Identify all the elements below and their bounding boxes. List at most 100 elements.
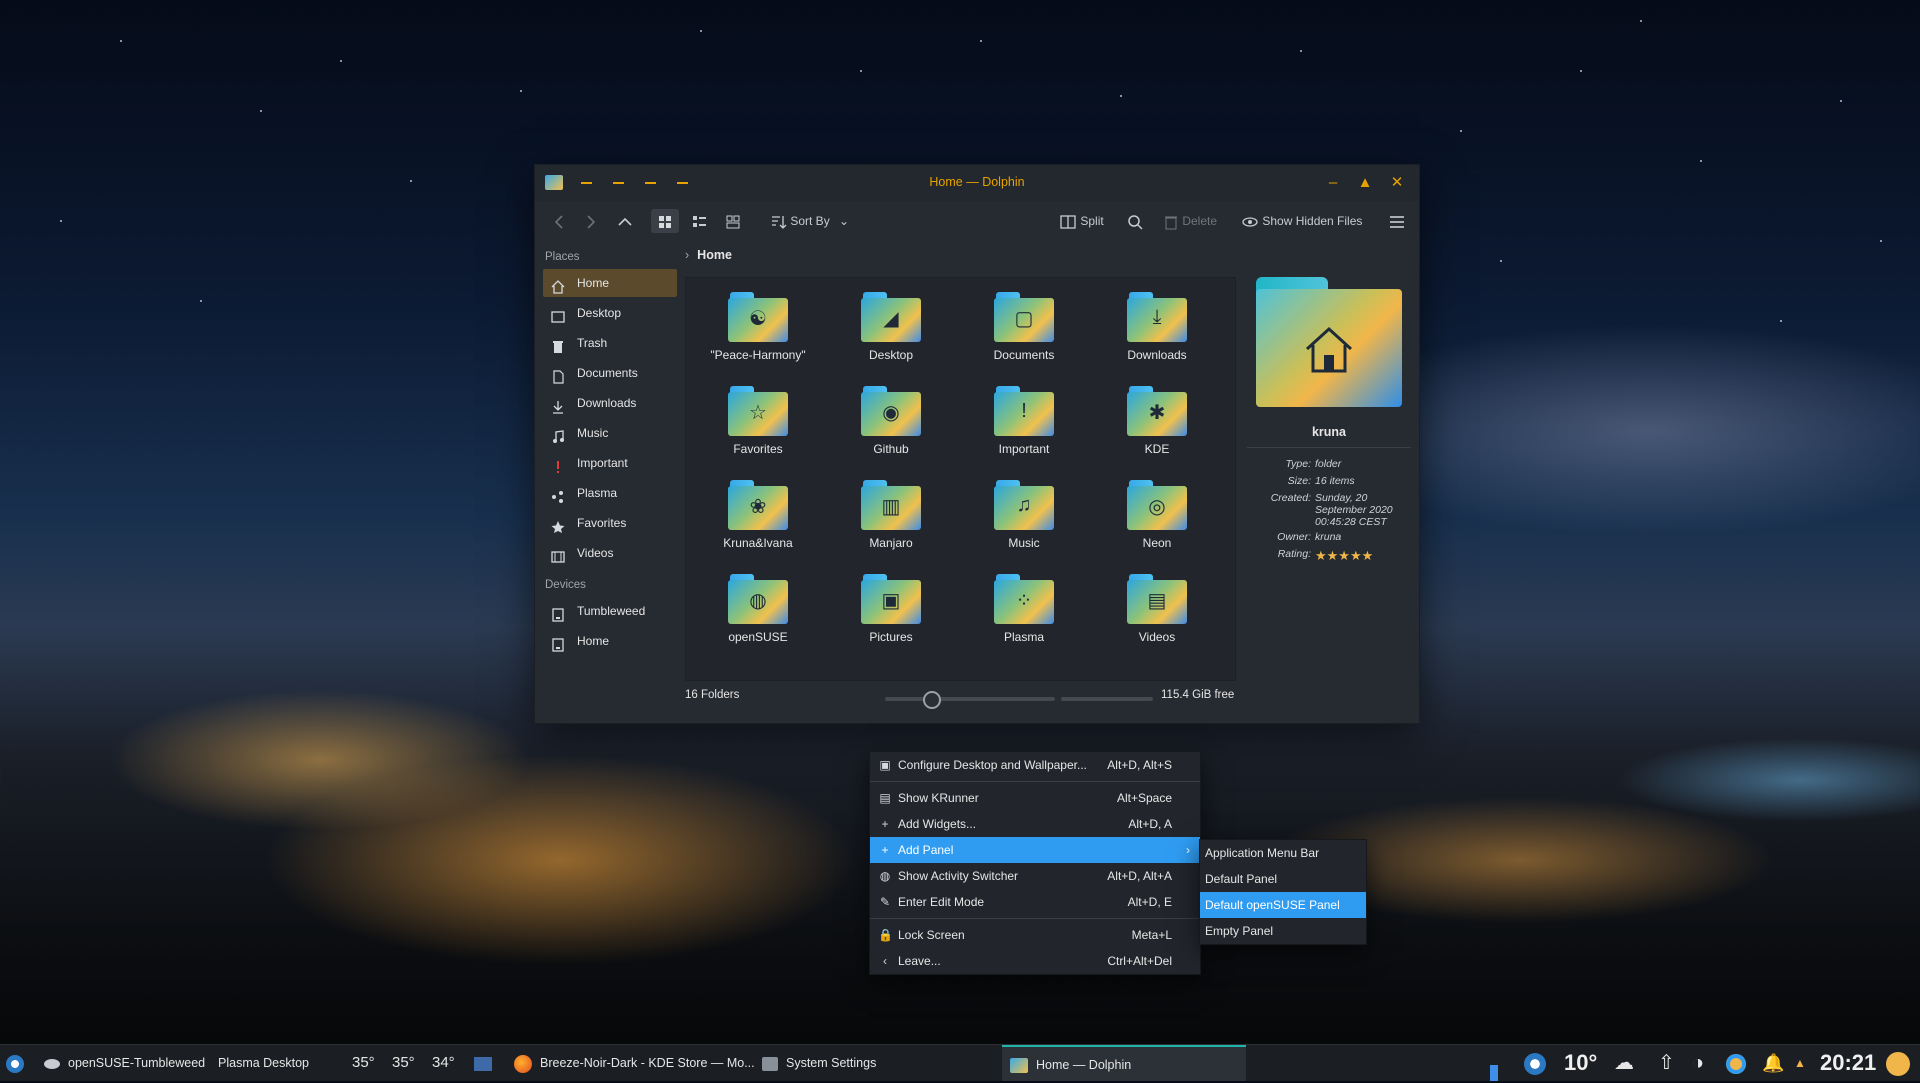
- icons-view-button[interactable]: [651, 209, 679, 233]
- opensuse-icon[interactable]: [1524, 1045, 1554, 1081]
- system-tray-expand-icon[interactable]: ▲: [1794, 1045, 1806, 1081]
- zoom-slider[interactable]: [885, 691, 1055, 709]
- zoom-slider-handle[interactable]: [923, 691, 941, 709]
- application-launcher[interactable]: [6, 1045, 24, 1081]
- info-key: Created:: [1270, 492, 1311, 504]
- maximize-button[interactable]: ▲: [1355, 173, 1375, 193]
- up-icon[interactable]: [615, 209, 635, 233]
- device-item-home[interactable]: Home: [543, 627, 677, 655]
- task-system-settings[interactable]: System Settings: [754, 1045, 992, 1081]
- folder-item[interactable]: ◍ openSUSE: [698, 566, 818, 656]
- hamburger-menu-icon[interactable]: [1387, 209, 1407, 233]
- folder-icon: !: [994, 386, 1054, 436]
- clock[interactable]: 20:21: [1820, 1045, 1876, 1081]
- breadcrumb-home[interactable]: Home: [697, 248, 732, 262]
- folder-item[interactable]: ◎ Neon: [1097, 472, 1217, 562]
- pager-desktop-icon[interactable]: [474, 1056, 492, 1071]
- resource-monitor-icon[interactable]: [1490, 1045, 1502, 1081]
- compact-view-button[interactable]: [685, 209, 713, 233]
- sidebar-item-plasma[interactable]: Plasma: [543, 479, 677, 507]
- folder-icon: ☆: [728, 386, 788, 436]
- folder-icon: ⤓: [1127, 292, 1187, 342]
- power-icon[interactable]: [1886, 1045, 1910, 1081]
- info-value[interactable]: ★★★★★: [1315, 548, 1411, 564]
- folder-item[interactable]: ❀ Kruna&Ivana: [698, 472, 818, 562]
- back-icon[interactable]: [549, 209, 569, 233]
- task-browser[interactable]: Breeze-Noir-Dark - KDE Store — Mo...: [506, 1045, 755, 1081]
- sidebar-item-home[interactable]: Home: [543, 269, 677, 297]
- menu-item-shortcut: Alt+D, E: [1127, 895, 1172, 909]
- titlebar[interactable]: Home — Dolphin – ▲ ✕: [535, 165, 1419, 201]
- sidebar-item-favorites[interactable]: Favorites: [543, 509, 677, 537]
- folder-item[interactable]: ✱ KDE: [1097, 378, 1217, 468]
- folder-label: Favorites: [733, 442, 783, 456]
- menu-item-configure-desktop-and-wallpaper[interactable]: ▣ Configure Desktop and Wallpaper... Alt+D…: [870, 752, 1200, 778]
- weather-temperature[interactable]: 10°: [1564, 1045, 1597, 1081]
- breadcrumb[interactable]: › Home: [685, 248, 732, 262]
- folder-item[interactable]: ⁘ Plasma: [964, 566, 1084, 656]
- vpn-icon[interactable]: [1726, 1045, 1754, 1081]
- sidebar-item-documents[interactable]: Documents: [543, 359, 677, 387]
- activity-switcher[interactable]: openSUSE-Tumbleweed: [44, 1045, 205, 1081]
- folder-label: Github: [873, 442, 909, 456]
- folder-item[interactable]: ☯ "Peace-Harmony": [698, 284, 818, 374]
- update-icon[interactable]: ⇧: [1658, 1045, 1675, 1081]
- menu-item-show-activity-switcher[interactable]: ◍ Show Activity Switcher Alt+D, Alt+A: [870, 863, 1200, 889]
- submenu-item-empty-panel[interactable]: Empty Panel: [1200, 918, 1366, 944]
- menu-item-leave[interactable]: ‹ Leave... Ctrl+Alt+Del: [870, 948, 1200, 974]
- sidebar-item-trash[interactable]: Trash: [543, 329, 677, 357]
- file-view[interactable]: ☯ "Peace-Harmony" ◢ Desktop ▢ Documents ⤓ Downl…: [685, 277, 1236, 681]
- sidebar-item-desktop[interactable]: Desktop: [543, 299, 677, 327]
- sidebar-item-music[interactable]: Music: [543, 419, 677, 447]
- show-hidden-files-button[interactable]: Show Hidden Files: [1241, 209, 1362, 233]
- menu-item-lock-screen[interactable]: 🔒 Lock Screen Meta+L: [870, 922, 1200, 948]
- info-folder-name: kruna: [1247, 425, 1411, 448]
- dolphin-icon: [1010, 1058, 1028, 1074]
- folder-item[interactable]: ◢ Desktop: [831, 284, 951, 374]
- pager[interactable]: [470, 1045, 496, 1081]
- sidebar-item-important[interactable]: Important: [543, 449, 677, 477]
- clipboard-icon[interactable]: ◑: [1692, 1045, 1704, 1081]
- star-icon: [551, 516, 565, 533]
- folder-item[interactable]: ◉ Github: [831, 378, 951, 468]
- sidebar-item-videos[interactable]: Videos: [543, 539, 677, 567]
- folder-item[interactable]: ▥ Manjaro: [831, 472, 951, 562]
- folder-item[interactable]: ▣ Pictures: [831, 566, 951, 656]
- submenu-item-application-menu-bar[interactable]: Application Menu Bar: [1200, 840, 1366, 866]
- minimize-button[interactable]: –: [1323, 173, 1343, 193]
- folder-item[interactable]: ⤓ Downloads: [1097, 284, 1217, 374]
- activity-name: openSUSE-Tumbleweed: [68, 1056, 206, 1070]
- device-item-tumbleweed[interactable]: Tumbleweed: [543, 597, 677, 625]
- details-view-button[interactable]: [719, 209, 747, 233]
- menu-item-label: Add Panel: [898, 843, 954, 857]
- menu-item-label: Enter Edit Mode: [898, 895, 985, 909]
- submenu-item-default-opensuse-panel[interactable]: Default openSUSE Panel: [1200, 892, 1366, 918]
- info-key: Rating:: [1277, 548, 1311, 560]
- search-icon[interactable]: [1125, 209, 1145, 233]
- sidebar-item-downloads[interactable]: Downloads: [543, 389, 677, 417]
- menu-item-shortcut: Alt+D, Alt+A: [1107, 869, 1172, 883]
- desktop-label[interactable]: Plasma Desktop: [218, 1045, 309, 1081]
- delete-button[interactable]: Delete: [1163, 209, 1217, 233]
- sort-by-button[interactable]: Sort By ⌄: [769, 209, 849, 233]
- lock-icon: 🔒: [878, 928, 893, 942]
- menu-item-show-krunner[interactable]: ▤ Show KRunner Alt+Space: [870, 785, 1200, 811]
- task-dolphin[interactable]: Home — Dolphin: [1002, 1045, 1246, 1081]
- close-button[interactable]: ✕: [1387, 173, 1407, 193]
- menu-item-add-panel[interactable]: + Add Panel ›: [870, 837, 1200, 863]
- folder-item[interactable]: ♫ Music: [964, 472, 1084, 562]
- menu-item-enter-edit-mode[interactable]: ✎ Enter Edit Mode Alt+D, E: [870, 889, 1200, 915]
- folder-item[interactable]: ▤ Videos: [1097, 566, 1217, 656]
- bell-icon[interactable]: 🔔: [1762, 1045, 1784, 1081]
- folder-item[interactable]: ☆ Favorites: [698, 378, 818, 468]
- plus-icon: +: [881, 817, 889, 831]
- folder-item[interactable]: ! Important: [964, 378, 1084, 468]
- split-button[interactable]: Split: [1059, 209, 1104, 233]
- folder-item[interactable]: ▢ Documents: [964, 284, 1084, 374]
- submenu-item-default-panel[interactable]: Default Panel: [1200, 866, 1366, 892]
- forward-icon[interactable]: [581, 209, 601, 233]
- cloud-icon[interactable]: ☁: [1614, 1045, 1634, 1081]
- sidebar-item-label: Trash: [577, 336, 608, 350]
- menu-item-add-widgets[interactable]: + Add Widgets... Alt+D, A: [870, 811, 1200, 837]
- folder-icon: ☯: [728, 292, 788, 342]
